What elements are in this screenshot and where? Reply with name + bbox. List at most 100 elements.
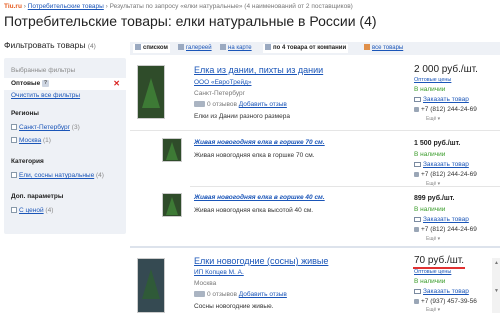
view-tabs: списком галереей на карте по 4 товара от… xyxy=(130,42,500,55)
filter-sidebar: Выбранные фильтры Оптовые ? ✕ Очистить в… xyxy=(4,58,126,234)
reviews-count: 0 отзывов xyxy=(207,101,237,108)
map-icon xyxy=(220,44,226,51)
product-description: Сосны новогодние живые. xyxy=(194,303,274,310)
scrollbar[interactable]: ▲ ▼ xyxy=(492,258,500,313)
company-icon xyxy=(265,44,271,51)
thumbs-icon xyxy=(194,291,205,298)
reviews-row: 0 отзывов Добавить отзыв xyxy=(194,101,287,108)
checkbox-icon[interactable] xyxy=(11,172,17,179)
product-image[interactable] xyxy=(137,65,165,119)
order-button[interactable]: Заказать товар xyxy=(414,96,469,103)
more-link[interactable]: Ещё ▾ xyxy=(426,116,440,122)
product-description: Живая новогодняя елка в горшке 70 см. xyxy=(194,152,315,159)
selected-filters-header: Выбранные фильтры xyxy=(11,67,76,74)
tab-list-label: списком xyxy=(143,45,168,51)
region-link[interactable]: Москва xyxy=(19,137,41,144)
breadcrumb-current: Результаты по запросу «елки натуральные»… xyxy=(109,3,353,10)
selected-filter-label: Оптовые xyxy=(11,80,41,88)
tab-all-goods[interactable]: все товары xyxy=(364,44,403,53)
product-city: Москва xyxy=(194,280,217,287)
extra-param-count: (4) xyxy=(45,207,54,214)
cart-icon xyxy=(414,96,421,102)
cart-icon xyxy=(414,288,421,294)
breadcrumb-link-consumer-goods[interactable]: Потребительские товары xyxy=(28,3,104,10)
phone-number[interactable]: +7 (812) 244-24-69 xyxy=(414,171,477,178)
site-logo[interactable]: Tiu.ru xyxy=(4,3,22,10)
availability-status: В наличии xyxy=(414,278,446,285)
tab-gallery[interactable]: галереей xyxy=(178,44,212,53)
region-link[interactable]: Санкт-Петербург xyxy=(19,124,70,131)
checkbox-icon[interactable] xyxy=(11,124,17,131)
region-item[interactable]: Санкт-Петербург (3) xyxy=(11,124,80,131)
scroll-up-icon[interactable]: ▲ xyxy=(494,260,499,266)
region-item[interactable]: Москва (1) xyxy=(11,137,51,144)
category-item[interactable]: Ели, сосны натуральные (4) xyxy=(11,172,104,179)
region-count: (3) xyxy=(71,124,80,131)
tab-map-label[interactable]: на карте xyxy=(228,45,252,51)
remove-filter-icon[interactable]: ✕ xyxy=(113,79,120,88)
product-image[interactable] xyxy=(162,193,182,217)
tab-gallery-label[interactable]: галереей xyxy=(186,45,212,51)
order-label: Заказать товар xyxy=(423,216,469,223)
region-count: (1) xyxy=(43,137,51,144)
divider xyxy=(190,186,500,187)
product-image[interactable] xyxy=(137,258,165,313)
company-link[interactable]: ИП Копцев М. А. xyxy=(194,269,244,276)
phone-icon xyxy=(414,106,419,112)
selected-filter-wholesale: Оптовые ? ✕ xyxy=(4,78,126,90)
extra-params-header: Доп. параметры xyxy=(11,193,64,200)
company-link[interactable]: ООО «ЕвроТрейд» xyxy=(194,79,251,86)
help-icon[interactable]: ? xyxy=(42,80,50,87)
product-image[interactable] xyxy=(162,138,182,162)
availability-status: В наличии xyxy=(414,86,446,93)
add-review-link[interactable]: Добавить отзыв xyxy=(239,291,287,298)
tab-list[interactable]: списком xyxy=(133,44,170,53)
more-link[interactable]: Ещё ▾ xyxy=(426,307,440,313)
clear-all-filters-link[interactable]: Очистить все фильтры xyxy=(11,92,80,99)
gallery-icon xyxy=(178,44,184,51)
phone-number[interactable]: +7 (812) 244-24-69 xyxy=(414,226,477,233)
thumbs-icon xyxy=(194,101,205,108)
order-button[interactable]: Заказать товар xyxy=(414,216,469,223)
product-description: Елки из Дании разного размера xyxy=(194,113,290,120)
filter-title: Фильтровать товары (4) xyxy=(4,40,96,50)
phone-number[interactable]: +7 (812) 244-24-69 xyxy=(414,106,477,113)
phone-label: +7 (812) 244-24-69 xyxy=(421,226,477,233)
checkbox-icon[interactable] xyxy=(11,207,17,214)
all-goods-icon xyxy=(364,44,370,51)
extra-param-item[interactable]: С ценой (4) xyxy=(11,207,53,214)
checkbox-icon[interactable] xyxy=(11,137,17,144)
tab-by-company[interactable]: по 4 товара от компании xyxy=(263,44,349,53)
product-title-link[interactable]: Елка из дании, пихты из дании xyxy=(194,65,323,75)
add-review-link[interactable]: Добавить отзыв xyxy=(239,101,287,108)
phone-number[interactable]: +7 (937) 457-39-56 xyxy=(414,298,477,305)
filter-title-label: Фильтровать товары xyxy=(4,40,86,50)
scroll-down-icon[interactable]: ▼ xyxy=(494,288,499,294)
phone-label: +7 (812) 244-24-69 xyxy=(421,106,477,113)
reviews-count: 0 отзывов xyxy=(207,291,237,298)
phone-icon xyxy=(414,171,419,177)
product-price: 1 500 руб./шт. xyxy=(414,140,461,147)
more-link[interactable]: Ещё ▾ xyxy=(426,236,440,242)
product-title-link[interactable]: Живая новогодняя елка в горшке 70 см. xyxy=(194,139,325,146)
tab-all-goods-label[interactable]: все товары xyxy=(372,45,403,51)
category-link[interactable]: Ели, сосны натуральные xyxy=(19,172,94,179)
order-label: Заказать товар xyxy=(423,161,469,168)
category-header: Категория xyxy=(11,158,44,165)
list-icon xyxy=(135,44,141,51)
divider xyxy=(130,130,500,131)
reviews-row: 0 отзывов Добавить отзыв xyxy=(194,291,287,298)
wholesale-prices-link[interactable]: Оптовые цены xyxy=(414,77,451,83)
availability-status: В наличии xyxy=(414,151,446,158)
tab-map[interactable]: на карте xyxy=(220,44,252,53)
product-title-link[interactable]: Живая новогодняя елка в горшке 40 см. xyxy=(194,194,325,201)
product-price: 70 руб./шт. xyxy=(414,255,465,266)
wholesale-prices-link[interactable]: Оптовые цены xyxy=(414,269,451,275)
extra-param-link[interactable]: С ценой xyxy=(19,207,44,214)
order-button[interactable]: Заказать товар xyxy=(414,161,469,168)
category-count: (4) xyxy=(96,172,104,179)
breadcrumb-separator: › xyxy=(23,3,26,10)
phone-label: +7 (937) 457-39-56 xyxy=(421,298,477,305)
product-title-link[interactable]: Елки новогодние (сосны) живые xyxy=(194,256,328,266)
order-button[interactable]: Заказать товар xyxy=(414,288,469,295)
